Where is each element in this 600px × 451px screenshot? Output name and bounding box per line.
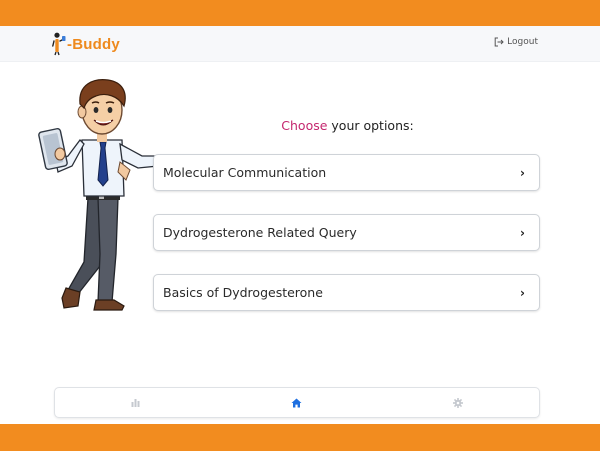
chevron-right-icon: ›	[520, 225, 525, 240]
option-label: Basics of Dydrogesterone	[163, 285, 323, 300]
chevron-right-icon: ›	[520, 285, 525, 300]
buddy-figure-icon	[52, 32, 66, 56]
chevron-right-icon: ›	[520, 165, 525, 180]
app-header: -Buddy Logout	[0, 26, 600, 62]
bottom-navigation-bar	[54, 387, 540, 418]
nav-home-button[interactable]	[277, 391, 317, 415]
nav-stats-button[interactable]	[116, 391, 156, 415]
bottom-orange-band	[0, 424, 600, 451]
prompt-accent-word: Choose	[281, 118, 328, 133]
brand-name: -Buddy	[67, 35, 120, 53]
home-icon	[291, 398, 302, 407]
logout-label: Logout	[507, 37, 538, 47]
choose-options-prompt: Choose your options:	[153, 118, 542, 133]
prompt-rest-text: your options:	[327, 118, 414, 133]
nav-settings-button[interactable]	[438, 391, 478, 415]
logout-button[interactable]: Logout	[494, 37, 538, 47]
logout-icon	[494, 37, 504, 47]
option-basics-of-dydrogesterone[interactable]: Basics of Dydrogesterone ›	[153, 274, 540, 311]
top-orange-band	[0, 0, 600, 26]
gear-icon	[453, 397, 464, 408]
buddy-mascot-illustration	[38, 79, 159, 311]
bar-chart-icon	[131, 399, 140, 407]
brand-logo[interactable]: -Buddy	[52, 32, 120, 56]
option-dydrogesterone-related-query[interactable]: Dydrogesterone Related Query ›	[153, 214, 540, 251]
option-molecular-communication[interactable]: Molecular Communication ›	[153, 154, 540, 191]
option-label: Dydrogesterone Related Query	[163, 225, 357, 240]
option-label: Molecular Communication	[163, 165, 327, 180]
